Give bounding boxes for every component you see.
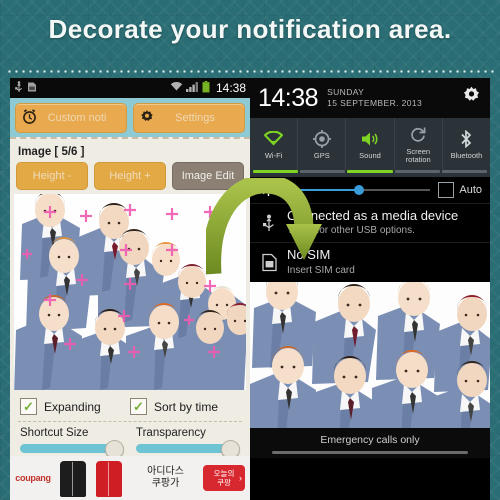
- wifi-icon: [264, 129, 284, 149]
- toggle-gps-label: GPS: [313, 150, 330, 160]
- page-title: Decorate your notification area.: [48, 14, 452, 44]
- settings-button[interactable]: Settings: [133, 103, 245, 133]
- coupang-logo: coupang: [15, 473, 51, 483]
- notification-sim[interactable]: No SIM Insert SIM card: [250, 242, 490, 282]
- transparency-group: Transparency: [136, 427, 241, 459]
- sound-icon: [361, 129, 380, 149]
- right-group-photo: Emergency calls only: [250, 281, 490, 458]
- red-jacket-image: [92, 458, 126, 498]
- chevron-right-icon: ›: [239, 473, 242, 483]
- brightness-row: Auto: [250, 177, 490, 203]
- custom-noti-toolbar: Custom noti Settings: [10, 98, 250, 137]
- shortcut-size-group: Shortcut Size: [20, 427, 125, 459]
- signal-icon: [185, 81, 199, 95]
- toggle-bar-sound: [347, 170, 393, 173]
- custom-noti-button[interactable]: Custom noti: [15, 103, 127, 133]
- notification-sim-text: No SIM Insert SIM card: [287, 247, 355, 275]
- dotted-divider: [6, 70, 494, 73]
- ad-text-line2: 쿠팡가: [151, 478, 180, 489]
- toggle-bluetooth[interactable]: Bluetooth: [443, 118, 490, 170]
- toggle-indicator-bars: [250, 170, 490, 177]
- toggle-wifi-label: Wi-Fi: [264, 150, 283, 160]
- toggle-wifi[interactable]: Wi-Fi: [250, 118, 299, 170]
- checkmark-icon: ✓: [130, 398, 147, 415]
- height-plus-button[interactable]: Height +: [94, 162, 166, 190]
- wifi-icon: [170, 81, 183, 95]
- rotation-icon: [410, 125, 427, 145]
- quick-toggles-row: Wi-Fi GPS Sound Screen rotation Bluetoot…: [250, 118, 490, 170]
- alarm-clock-icon: [16, 108, 42, 128]
- auto-brightness-label: Auto: [459, 184, 482, 196]
- settings-label: Settings: [175, 112, 215, 124]
- brightness-slider[interactable]: [286, 185, 431, 195]
- ad-banner[interactable]: coupang 아디다스 쿠팡가 오늘의 쿠팡 ›: [10, 456, 250, 500]
- notification-sim-subtitle: Insert SIM card: [287, 264, 355, 276]
- right-phone-screenshot: 14:38 SUNDAY 15 SEPTEMBER. 2013 Wi-Fi GP…: [250, 78, 490, 500]
- notification-date: SUNDAY 15 SEPTEMBER. 2013: [327, 87, 422, 110]
- auto-brightness-checkbox[interactable]: [438, 182, 455, 198]
- group-photo-preview[interactable]: [14, 194, 246, 390]
- bluetooth-icon: [459, 129, 473, 149]
- expanding-checkbox[interactable]: ✓ Expanding: [20, 398, 130, 415]
- brightness-icon: [258, 181, 278, 199]
- usb-icon: [14, 80, 24, 96]
- notification-day: SUNDAY: [327, 86, 365, 97]
- image-edit-button[interactable]: Image Edit: [172, 162, 244, 190]
- notification-sim-title: No SIM: [287, 247, 331, 263]
- toggle-screen-rotation-label: Screen rotation: [405, 146, 431, 164]
- notification-usb-text: Connected as a media device Touch for ot…: [287, 208, 458, 236]
- notification-usb[interactable]: Connected as a media device Touch for ot…: [250, 203, 490, 243]
- left-phone-screenshot: 14:38 Custom noti Settings Image [ 5/6 ]…: [10, 78, 250, 500]
- left-status-clock: 14:38: [215, 81, 246, 95]
- sim-card-icon: [258, 251, 280, 273]
- toggle-sound-label: Sound: [359, 150, 381, 160]
- ad-text: 아디다스 쿠팡가: [128, 466, 203, 491]
- drag-handle[interactable]: [272, 450, 468, 454]
- ad-text-line1: 아디다스: [147, 465, 184, 477]
- transparency-label: Transparency: [136, 427, 206, 439]
- toggle-gps[interactable]: GPS: [298, 118, 347, 170]
- shortcut-size-label: Shortcut Size: [20, 427, 89, 439]
- toggle-bar-bluetooth: [441, 170, 488, 173]
- sort-by-time-label: Sort by time: [154, 399, 219, 414]
- ad-cta-button[interactable]: 오늘의 쿠팡 ›: [203, 465, 245, 491]
- notification-header: 14:38 SUNDAY 15 SEPTEMBER. 2013: [250, 78, 490, 118]
- expanding-label: Expanding: [44, 399, 101, 414]
- checkmark-icon: ✓: [20, 398, 37, 415]
- gear-icon[interactable]: [461, 85, 482, 112]
- usb-icon: [258, 212, 280, 234]
- emergency-status-bar: Emergency calls only: [250, 427, 490, 458]
- height-minus-button[interactable]: Height -: [16, 162, 88, 190]
- toggle-screen-rotation[interactable]: Screen rotation: [395, 118, 443, 170]
- sd-card-icon: [27, 81, 37, 96]
- custom-noti-label: Custom noti: [47, 112, 107, 124]
- image-button-row: Height - Height + Image Edit: [16, 162, 244, 190]
- emergency-status-text: Emergency calls only: [320, 433, 420, 446]
- toggle-sound[interactable]: Sound: [346, 118, 395, 170]
- toggle-bar-gps: [300, 170, 346, 173]
- left-status-bar: 14:38: [10, 78, 250, 98]
- image-controls-section: Image [ 5/6 ] Height - Height + Image Ed…: [10, 139, 250, 190]
- notification-clock: 14:38: [258, 83, 319, 112]
- notification-usb-subtitle: Touch for other USB options.: [287, 225, 415, 237]
- black-jacket-image: [56, 458, 90, 498]
- gear-icon: [134, 109, 160, 128]
- notification-usb-title: Connected as a media device: [287, 208, 459, 223]
- slider-row: Shortcut Size Transparency: [10, 422, 250, 459]
- toggle-bar-wifi: [253, 170, 299, 173]
- transparency-slider[interactable]: [136, 440, 241, 459]
- notification-full-date: 15 SEPTEMBER. 2013: [327, 98, 423, 108]
- sort-by-time-checkbox[interactable]: ✓ Sort by time: [130, 398, 240, 415]
- shortcut-size-slider[interactable]: [20, 440, 125, 459]
- battery-icon: [202, 80, 210, 96]
- gps-icon: [312, 129, 331, 149]
- options-checkbox-row: ✓ Expanding ✓ Sort by time: [10, 390, 250, 421]
- image-count-label: Image [ 5/6 ]: [18, 146, 85, 158]
- toggle-bar-rotation: [394, 170, 440, 173]
- toggle-bluetooth-label: Bluetooth: [450, 150, 483, 160]
